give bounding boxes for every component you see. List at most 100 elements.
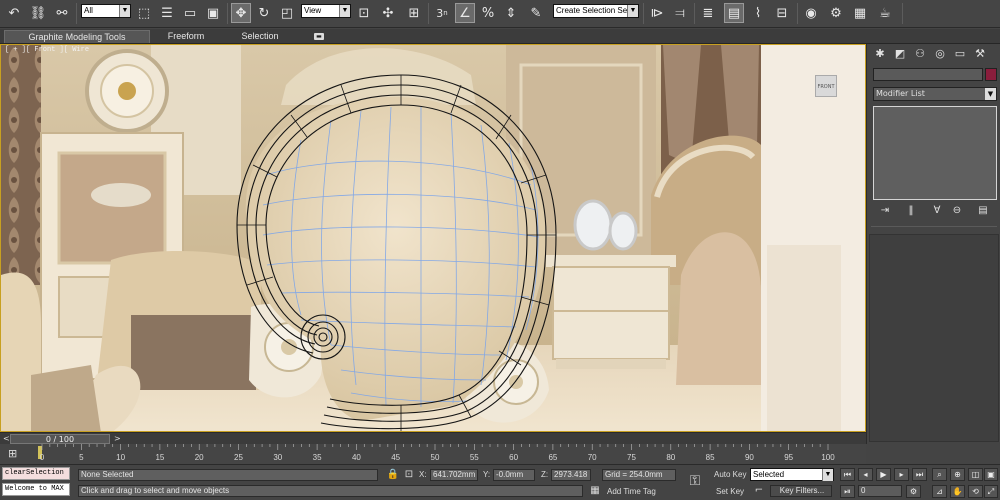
reference-coord-dropdown[interactable]: View ▼ (301, 4, 351, 18)
make-unique-icon[interactable]: ∀ (929, 204, 945, 218)
percent-snap-icon[interactable]: % (478, 3, 498, 23)
window-crossing-icon[interactable]: ▣ (203, 3, 223, 23)
next-key-icon[interactable]: ▸ (894, 468, 909, 481)
z-coordinate-field[interactable]: 2973.418 (551, 469, 591, 481)
zoom-extents-icon[interactable]: ◫ (968, 468, 983, 481)
timeline-tick-label: 80 (666, 453, 675, 462)
tab-selection[interactable]: Selection (232, 30, 288, 43)
configure-modifier-sets-icon[interactable]: ▤ (975, 204, 991, 218)
layer-manager-icon[interactable]: ≣ (698, 3, 718, 23)
selection-lock-icon[interactable]: 🔒 (386, 469, 400, 481)
key-selection-dropdown[interactable]: Selected ▼ (750, 468, 834, 481)
keyboard-override-icon[interactable]: ⊞ (404, 3, 424, 23)
viewcube[interactable]: FRONT (815, 75, 837, 97)
modify-tab-icon[interactable]: ◩ (891, 46, 909, 62)
rect-selection-icon[interactable]: ▭ (180, 3, 200, 23)
field-of-view-icon[interactable]: ⊿ (932, 485, 947, 498)
add-time-tag-button[interactable]: Add Time Tag (607, 487, 656, 496)
goto-end-icon[interactable]: ⏭ (912, 468, 927, 481)
status-bar: clearSelection Welcome to MAX None Selec… (0, 464, 1000, 500)
maxscript-listener-line2[interactable]: Welcome to MAX (2, 483, 70, 496)
key-filters-button[interactable]: Key Filters... (770, 485, 832, 497)
key-tangent-icon[interactable]: ⌐ (752, 485, 766, 497)
render-setup-icon[interactable]: ⚙ (826, 3, 846, 23)
select-object-icon[interactable]: ⬚ (134, 3, 154, 23)
tab-graphite-modeling-tools[interactable]: Graphite Modeling Tools (4, 30, 150, 43)
modifier-list-dropdown[interactable]: Modifier List ▼ (873, 87, 997, 101)
play-icon[interactable]: ▶ (876, 468, 891, 481)
timeline-ruler: 0 5 10 15 20 25 30 35 40 45 50 55 60 65 70 75 80 85 90 95 10… (40, 444, 835, 462)
create-tab-icon[interactable]: ✱ (871, 46, 889, 62)
use-pivot-icon[interactable]: ⊡ (354, 3, 374, 23)
absolute-mode-icon[interactable]: ⊡ (402, 469, 416, 481)
maximize-viewport-icon[interactable]: ⤢ (984, 485, 998, 498)
graphite-ribbon: Graphite Modeling Tools Freeform Selecti… (0, 29, 1000, 44)
key-mode-toggle-icon[interactable]: ⏯ (840, 485, 855, 498)
move-icon[interactable]: ✥ (231, 3, 251, 23)
motion-tab-icon[interactable]: ◎ (931, 46, 949, 62)
named-selection-dropdown[interactable]: Create Selection Se ▼ (553, 4, 639, 18)
modifier-stack[interactable] (873, 106, 997, 200)
timeline-tick-label: 30 (273, 453, 282, 462)
scale-icon[interactable]: ◰ (277, 3, 297, 23)
rotate-icon[interactable]: ↻ (254, 3, 274, 23)
pin-stack-icon[interactable]: ⇥ (877, 204, 893, 218)
tab-freeform[interactable]: Freeform (158, 30, 214, 43)
zoom-extents-all-icon[interactable]: ▣ (984, 468, 998, 481)
time-config-icon[interactable]: ⚙ (906, 485, 921, 498)
time-slider[interactable]: < 0 / 100 > (0, 432, 866, 444)
pan-icon[interactable]: ✋ (950, 485, 965, 498)
z-label: Z: (541, 470, 549, 479)
prompt-line: Click and drag to select and move object… (78, 485, 583, 497)
object-color-swatch[interactable] (985, 68, 997, 81)
timeline-tick-label: 10 (116, 453, 125, 462)
selection-filter-dropdown[interactable]: All ▼ (81, 4, 131, 18)
hierarchy-tab-icon[interactable]: ⚇ (911, 46, 929, 62)
ribbon-minimize-button[interactable]: ▬ (314, 33, 324, 40)
timeline-tick-label: 50 (431, 453, 440, 462)
orbit-icon[interactable]: ⟲ (968, 485, 983, 498)
material-editor-icon[interactable]: ◉ (801, 3, 821, 23)
curve-editor-icon[interactable]: ⌇ (748, 3, 768, 23)
select-manipulate-icon[interactable]: ✣ (378, 3, 398, 23)
select-link-icon[interactable]: ⛓ (28, 3, 48, 23)
show-end-result-icon[interactable]: ‖ (903, 204, 919, 218)
spinner-snap-icon[interactable]: ⇕ (501, 3, 521, 23)
unlink-icon[interactable]: ⚯ (52, 3, 72, 23)
display-tab-icon[interactable]: ▭ (951, 46, 969, 62)
undo-icon[interactable]: ↶ (4, 3, 24, 23)
zoom-icon[interactable]: ⌕ (932, 468, 947, 481)
mirror-icon[interactable]: ⧐ (647, 3, 667, 23)
schematic-view-icon[interactable]: ⊟ (772, 3, 792, 23)
align-icon[interactable]: ⫤ (670, 3, 690, 23)
graphite-toggle-icon[interactable]: ▤ (724, 3, 744, 23)
set-key-mode-icon[interactable]: ⚿ (684, 474, 706, 488)
viewport-label[interactable]: [ + ][ Front ][ Wire (5, 46, 89, 54)
timeline-tick-label: 0 (40, 453, 45, 462)
time-slider-thumb[interactable]: 0 / 100 (10, 434, 110, 444)
track-bar[interactable]: ⊞ 0 5 10 15 20 25 30 35 40 45 50 55 60 65 70 75 80 85 90 95… (0, 444, 866, 464)
remove-modifier-icon[interactable]: ⊖ (949, 204, 965, 218)
edit-named-sel-icon[interactable]: ✎ (526, 3, 546, 23)
y-coordinate-field[interactable]: -0.0mm (493, 469, 535, 481)
x-coordinate-field[interactable]: 641.702mm (430, 469, 478, 481)
angle-snap-icon[interactable]: ∠ (455, 3, 475, 23)
maxscript-listener-line1[interactable]: clearSelection (2, 467, 70, 480)
front-viewport[interactable]: [ + ][ Front ][ Wire FRONT (0, 44, 866, 432)
utilities-tab-icon[interactable]: ⚒ (971, 46, 989, 62)
timeline-tick-label: 90 (745, 453, 754, 462)
select-by-name-icon[interactable]: ☰ (157, 3, 177, 23)
prev-key-icon[interactable]: ◂ (858, 468, 873, 481)
render-production-icon[interactable]: ☕ (875, 3, 895, 23)
time-tag-icon[interactable]: ▦ (588, 485, 602, 497)
zoom-all-icon[interactable]: ⊕ (950, 468, 965, 481)
goto-start-icon[interactable]: ⏮ (840, 468, 855, 481)
timeline-tick-label: 95 (784, 453, 793, 462)
mini-curve-editor-icon[interactable]: ⊞ (8, 447, 17, 460)
current-frame-field[interactable]: 0 (858, 485, 902, 497)
set-key-button[interactable]: Set Key (716, 487, 744, 496)
snaps-icon[interactable]: 3n (432, 3, 452, 23)
object-name-field[interactable] (873, 68, 983, 81)
auto-key-button[interactable]: Auto Key (714, 470, 746, 479)
rendered-frame-icon[interactable]: ▦ (850, 3, 870, 23)
